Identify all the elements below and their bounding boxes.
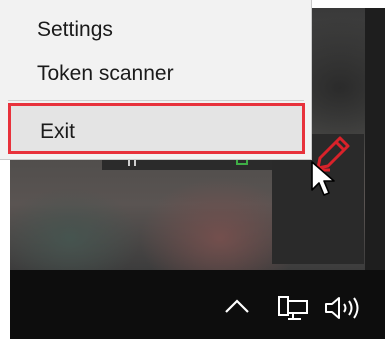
volume-icon[interactable] (323, 295, 363, 321)
menu-item-settings[interactable]: Settings (0, 12, 305, 48)
network-icon[interactable] (277, 295, 309, 321)
mouse-cursor-icon (311, 161, 335, 196)
tray-context-menu: Settings Token scanner Exit (0, 0, 312, 160)
menu-item-token-scanner[interactable]: Token scanner (0, 56, 305, 92)
desktop-edge (365, 8, 385, 270)
menu-divider (8, 100, 304, 101)
screen: Settings Token scanner Exit (0, 0, 385, 339)
chevron-up-icon[interactable] (224, 298, 250, 314)
menu-item-exit[interactable]: Exit (8, 103, 305, 154)
